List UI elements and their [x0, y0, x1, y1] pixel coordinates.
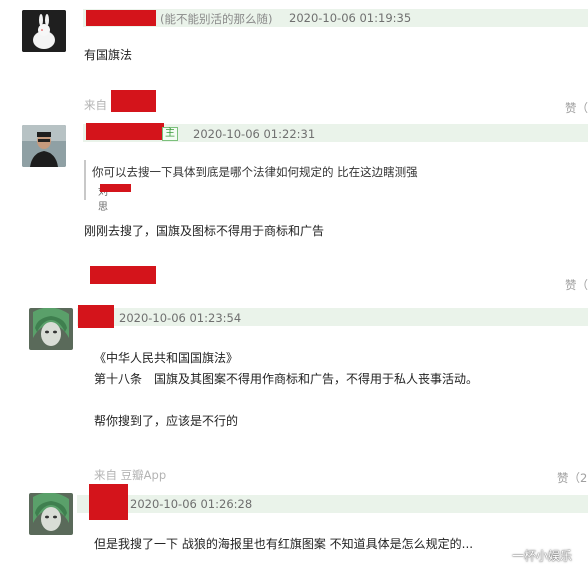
comment-body-line: 第十八条 国旗及其图案不得用作商标和广告，不得用于私人丧事活动。 [94, 372, 479, 386]
comment-body-line: 帮你搜到了，应该是不行的 [94, 414, 239, 428]
redacted-username [86, 123, 164, 140]
comment-body-line: 《中华人民共和国国旗法》 [94, 351, 239, 365]
anime-avatar-icon [29, 493, 73, 535]
comment-body: 但是我搜了一下 战狼的海报里也有红旗图案 不知道具体是怎么规定的... [94, 537, 474, 551]
like-button[interactable]: 赞（ [565, 100, 588, 116]
comment-timestamp: 2020-10-06 01:26:28 [130, 497, 253, 511]
rabbit-avatar-icon [22, 10, 66, 52]
like-button[interactable]: 赞（2 [557, 470, 587, 486]
comment-body: 刚刚去搜了，国旗及图标不得用于商标和广告 [84, 224, 325, 238]
username-suffix[interactable]: (能不能别活的那么随) [160, 11, 272, 27]
redacted-username [86, 10, 156, 26]
redacted-username [78, 305, 114, 328]
redacted-source [111, 90, 156, 112]
comment-source: 来自 [84, 98, 107, 112]
avatar[interactable] [29, 493, 73, 535]
op-tag: 主 [162, 127, 178, 141]
comment-timestamp: 2020-10-06 01:19:35 [289, 11, 412, 25]
redacted-username [89, 484, 128, 520]
comment-timestamp: 2020-10-06 01:23:54 [119, 311, 242, 325]
comment-source[interactable]: 来自 豆瓣App [94, 467, 166, 483]
redacted-quote-author [100, 184, 131, 192]
avatar[interactable] [29, 308, 73, 350]
watermark: 一杯小娱乐 [512, 549, 573, 563]
avatar[interactable] [22, 10, 66, 52]
person-avatar-icon [22, 125, 66, 167]
comment-body: 有国旗法 [84, 48, 133, 62]
avatar[interactable] [22, 125, 66, 167]
anime-avatar-icon [29, 308, 73, 350]
quote-block: 你可以去搜一下具体到底是哪个法律如何规定的 比在这边瞎测强 刘思 [84, 160, 418, 213]
redacted-source [90, 266, 156, 284]
comment-timestamp: 2020-10-06 01:22:31 [193, 127, 316, 141]
quote-text: 你可以去搜一下具体到底是哪个法律如何规定的 比在这边瞎测强 [92, 165, 418, 179]
like-button[interactable]: 赞（ [565, 277, 588, 293]
